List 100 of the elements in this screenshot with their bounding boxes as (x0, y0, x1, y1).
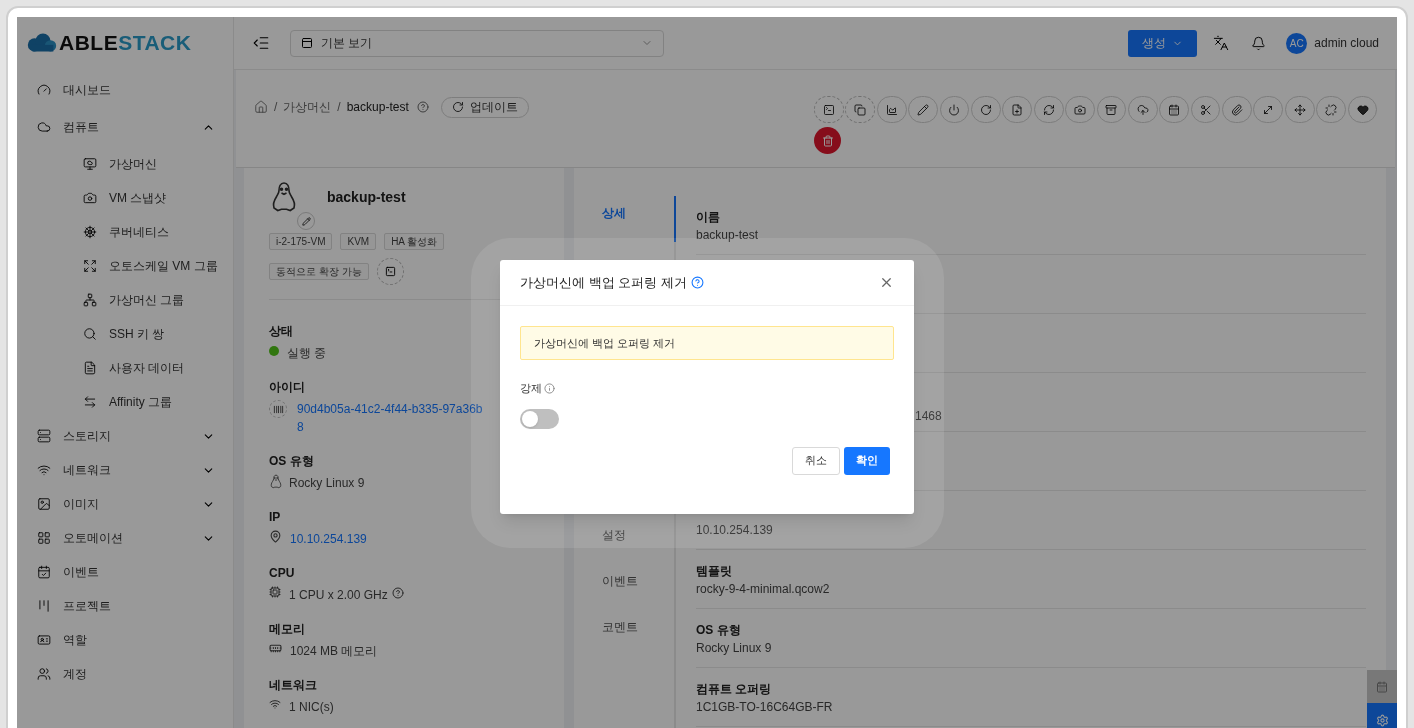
sidebar-item[interactable]: 사용자 데이터 (17, 351, 233, 385)
scissors-icon (1199, 103, 1212, 116)
action-button[interactable] (1347, 96, 1378, 123)
sidebar-item[interactable]: 대시보드 (17, 73, 233, 107)
field-value: 1024 MB 메모리 (290, 643, 378, 660)
help-icon[interactable] (690, 276, 704, 289)
sidebar-item[interactable]: 네트워크 (17, 453, 233, 487)
sidebar-item[interactable]: 오토스케일 VM 그룹 (17, 249, 233, 283)
breadcrumb-link[interactable]: 가상머신 (283, 98, 332, 116)
detail-tab[interactable]: 설정 (602, 518, 676, 564)
update-button[interactable]: 업데이트 (440, 96, 529, 118)
action-button[interactable] (908, 96, 938, 123)
breadcrumb-link[interactable]: backup-test (346, 98, 409, 116)
server-icon (37, 429, 51, 443)
tag: 동적으로 확장 가능 (269, 263, 369, 280)
sidebar-item[interactable]: 계정 (17, 657, 233, 691)
action-button[interactable] (1159, 96, 1190, 123)
user-avatar[interactable]: AC (1286, 32, 1308, 54)
user-name[interactable]: admin cloud (1314, 34, 1379, 52)
calendar-icon (1376, 680, 1388, 693)
sidebar-item[interactable]: VM 스냅샷 (17, 181, 233, 215)
action-button[interactable] (814, 96, 844, 123)
grid-icon (37, 531, 51, 545)
field-label: 네트워크 (269, 677, 317, 694)
view-select[interactable]: 기본 보기 (290, 29, 664, 57)
bell-icon[interactable] (1251, 35, 1267, 51)
sidebar-item[interactable]: 프로젝트 (17, 589, 233, 623)
home-icon[interactable] (254, 100, 268, 114)
cloud-logo-icon (25, 33, 59, 53)
refresh-icon (1042, 103, 1055, 116)
calendar-icon (37, 565, 51, 579)
force-switch[interactable] (520, 408, 559, 429)
sidebar-item[interactable]: 가상머신 그룹 (17, 283, 233, 317)
action-button[interactable] (876, 96, 907, 123)
field-value: 실행 중 (287, 345, 327, 362)
translate-icon[interactable] (1213, 35, 1230, 51)
breadcrumb-separator: / (274, 99, 278, 116)
sidebar-item[interactable]: 가상머신 (17, 147, 233, 181)
info-icon[interactable] (544, 382, 555, 394)
sidebar-item[interactable]: 역할 (17, 623, 233, 657)
rotate-icon (979, 103, 992, 116)
sidebar-item[interactable]: 이벤트 (17, 555, 233, 589)
image-icon (37, 497, 51, 511)
sidebar-item[interactable]: 스토리지 (17, 419, 233, 453)
document-icon (83, 361, 97, 375)
detail-value: backup-test (696, 227, 759, 244)
field-value[interactable]: 10.10.254.139 (290, 530, 367, 548)
sidebar-item[interactable]: 쿠버네티스 (17, 215, 233, 249)
detail-value: 1468 (915, 409, 942, 423)
heart-icon (1356, 103, 1369, 116)
detail-tab[interactable]: 이벤트 (602, 564, 676, 610)
detail-label: 템플릿 (696, 563, 732, 580)
action-button[interactable] (1127, 96, 1158, 123)
action-button[interactable] (1284, 96, 1315, 123)
detail-tab[interactable]: 상세 (602, 196, 676, 242)
field-value: 1 CPU x 2.00 GHz (289, 587, 388, 604)
menu-collapse-icon[interactable] (252, 34, 270, 52)
action-button[interactable] (1033, 96, 1064, 123)
detail-value: rocky-9-4-minimal.qcow2 (696, 581, 830, 598)
location-pin-icon (269, 530, 282, 543)
detail-label: 컴퓨트 오퍼링 (696, 681, 772, 698)
delete-button[interactable] (814, 127, 841, 154)
action-button[interactable] (1190, 96, 1221, 123)
vm-id-link[interactable]: 90d4b05a-41c2-4f44-b335-97a36b 8 (297, 400, 483, 436)
action-button[interactable] (970, 96, 1001, 123)
settings-button[interactable] (1367, 703, 1397, 728)
power-icon (948, 103, 961, 116)
edit-icon[interactable] (297, 212, 315, 230)
action-button[interactable] (1222, 96, 1252, 123)
action-button[interactable] (1096, 96, 1127, 123)
wheel-icon (83, 225, 97, 239)
field-value: 1 NIC(s) (289, 699, 334, 716)
memory-icon (269, 642, 282, 655)
detail-tab[interactable]: 코멘트 (602, 610, 676, 656)
close-icon[interactable] (879, 275, 894, 290)
chip-icon (269, 586, 281, 598)
cancel-button[interactable]: 취소 (792, 446, 840, 475)
confirm-button[interactable]: 확인 (844, 446, 890, 475)
sidebar-item[interactable]: SSH 키 쌍 (17, 317, 233, 351)
chart-icon (885, 103, 898, 116)
tag: KVM (340, 233, 377, 250)
diagonal-arrow-icon (1262, 103, 1275, 116)
trash-icon (821, 134, 834, 147)
detail-value: 10.10.254.139 (696, 522, 773, 539)
action-button[interactable] (1253, 96, 1284, 123)
sidebar-item[interactable]: 오토메이션 (17, 521, 233, 555)
search-icon (83, 327, 97, 341)
create-button[interactable]: 생성 (1128, 29, 1198, 57)
layout-icon (301, 37, 313, 49)
help-icon[interactable] (391, 587, 404, 599)
sidebar-item[interactable]: 이미지 (17, 487, 233, 521)
modal-title: 가상머신에 백업 오퍼링 제거 (520, 273, 687, 292)
board-icon (37, 599, 51, 613)
terminal-icon (822, 103, 835, 116)
sidebar-item[interactable]: Affinity 그룹 (17, 385, 233, 419)
hierarchy-icon (83, 293, 97, 307)
field-label: CPU (269, 565, 295, 582)
sidebar-item[interactable]: 컴퓨트 (17, 107, 233, 147)
rotate-icon (451, 101, 464, 113)
help-icon[interactable] (416, 101, 429, 113)
